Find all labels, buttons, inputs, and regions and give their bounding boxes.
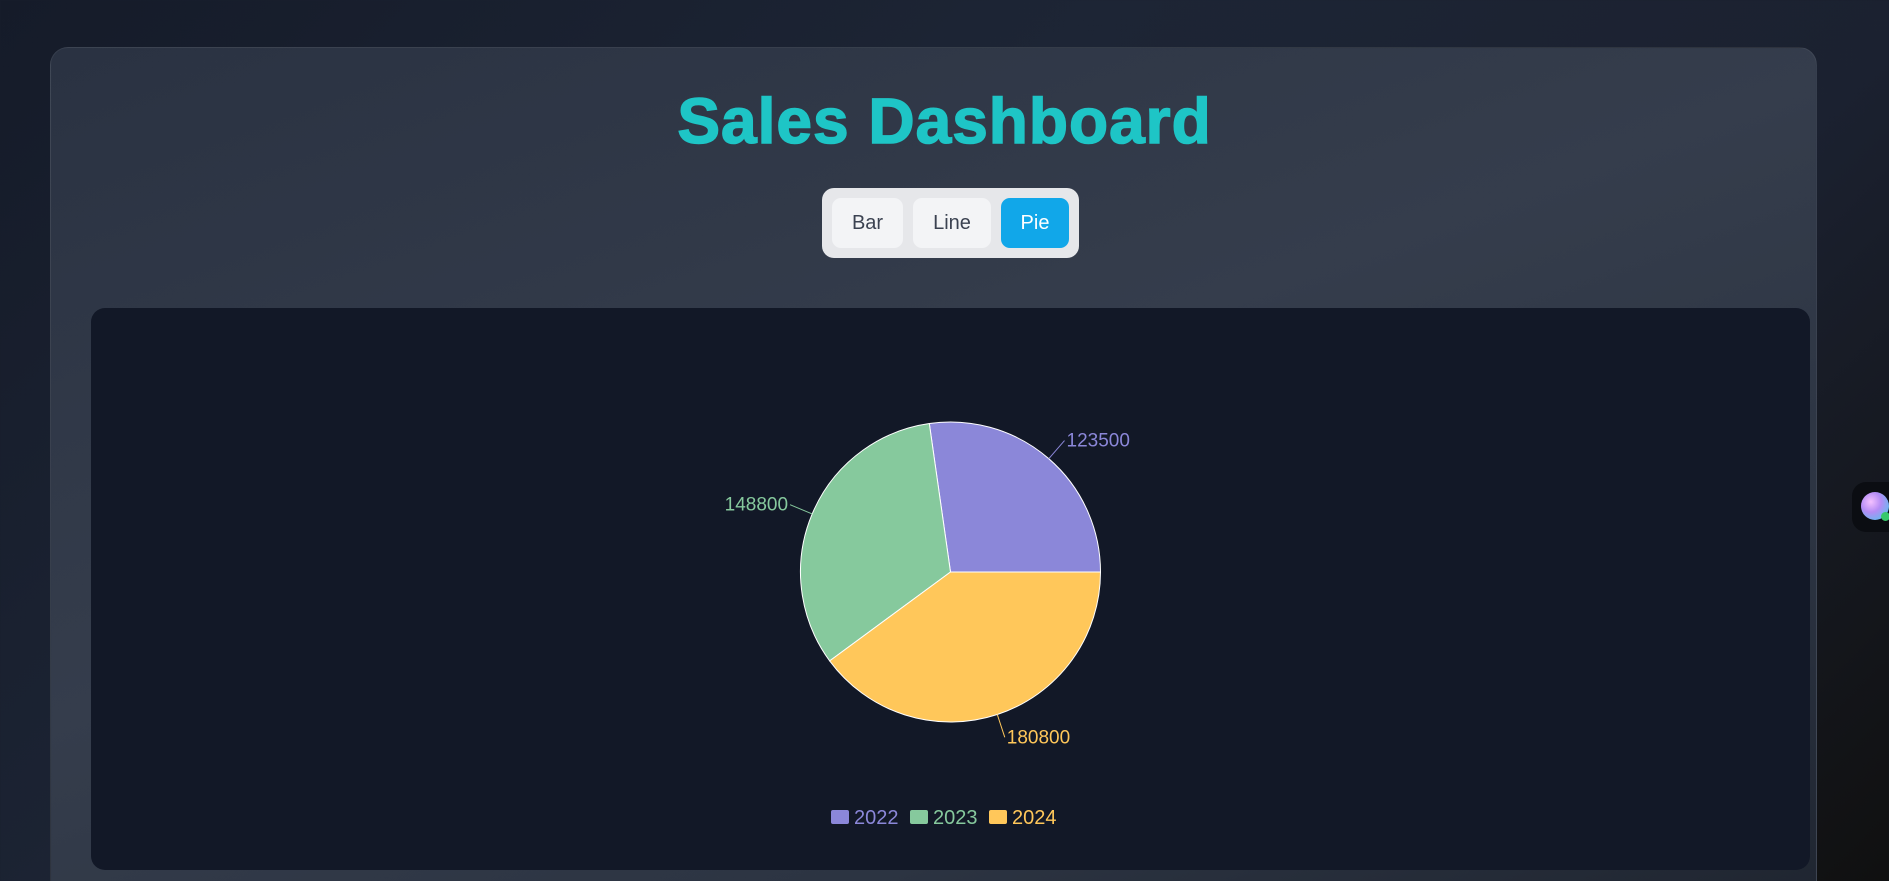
leader-line-2024 xyxy=(996,714,1006,738)
data-label-2024: 180800 xyxy=(1007,727,1070,748)
assistant-widget[interactable] xyxy=(1852,482,1889,532)
legend-item-2023[interactable]: 2023 xyxy=(910,807,978,829)
chart-panel: 123500 148800 180800 2022 2023 2024 xyxy=(91,308,1810,870)
legend-item-2022[interactable]: 2022 xyxy=(831,807,899,829)
leader-line-2023 xyxy=(789,504,813,515)
legend-swatch-2024 xyxy=(989,810,1007,824)
legend-label-2022: 2022 xyxy=(854,807,899,829)
legend-swatch-2023 xyxy=(910,810,928,824)
legend-label-2023: 2023 xyxy=(933,807,978,829)
line-chart-button[interactable]: Line xyxy=(913,198,991,248)
legend-label-2024: 2024 xyxy=(1012,807,1057,829)
bar-chart-button[interactable]: Bar xyxy=(832,198,903,248)
online-status-dot xyxy=(1881,512,1889,521)
legend-item-2024[interactable]: 2024 xyxy=(989,807,1057,829)
data-label-2022: 123500 xyxy=(1067,431,1130,452)
pie-chart-button[interactable]: Pie xyxy=(1001,198,1069,248)
pie-chart: 123500 148800 180800 2022 2023 2024 xyxy=(725,421,1130,829)
data-label-2023: 148800 xyxy=(725,495,788,516)
legend-swatch-2022 xyxy=(831,810,849,824)
chart-type-toggle: Bar Line Pie xyxy=(822,188,1079,258)
page-title: Sales Dashboard xyxy=(677,84,1212,158)
leader-line-2022 xyxy=(1048,440,1065,460)
